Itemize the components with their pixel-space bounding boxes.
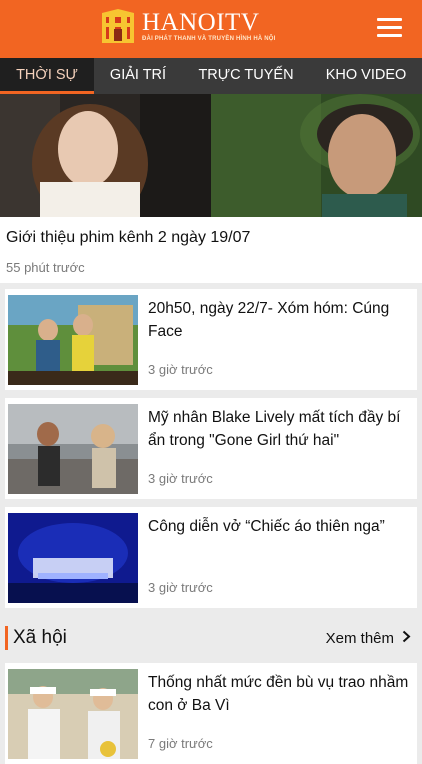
hero-image[interactable] xyxy=(0,94,422,217)
chevron-right-icon[interactable] xyxy=(402,630,411,647)
tab-giai-tri[interactable]: GIẢI TRÍ xyxy=(94,58,182,94)
article-title[interactable]: Công diễn vở “Chiếc áo thiên nga” xyxy=(148,515,410,538)
brand-title: HANOITV xyxy=(142,9,260,36)
section-accent-bar xyxy=(5,626,8,650)
hero-title[interactable]: Giới thiệu phim kênh 2 ngày 19/07 xyxy=(6,229,250,247)
article-title[interactable]: Thống nhất mức đền bù vụ trao nhầm con ở… xyxy=(148,671,410,717)
list-item[interactable]: Mỹ nhân Blake Lively mất tích đầy bí ẩn … xyxy=(5,398,417,499)
tab-thoi-su[interactable]: THỜI SỰ xyxy=(0,58,94,94)
brand-subtitle: ĐÀI PHÁT THANH VÀ TRUYỀN HÌNH HÀ NỘI xyxy=(142,36,276,42)
hamburger-icon[interactable] xyxy=(377,18,403,40)
see-more-label[interactable]: Xem thêm xyxy=(326,630,394,647)
tab-truc-tuyen[interactable]: TRỰC TUYẾN xyxy=(182,58,310,94)
see-more-link[interactable]: Xem thêm xyxy=(326,630,411,647)
hero-article[interactable]: Giới thiệu phim kênh 2 ngày 19/07 55 phú… xyxy=(0,217,422,283)
article-time: 3 giờ trước xyxy=(148,471,213,486)
article-thumbnail[interactable] xyxy=(8,669,138,759)
article-time: 3 giờ trước xyxy=(148,580,213,595)
category-tabs: THỜI SỰ GIẢI TRÍ TRỰC TUYẾN KHO VIDEO xyxy=(0,58,422,94)
article-thumbnail[interactable] xyxy=(8,404,138,494)
hero-time: 55 phút trước xyxy=(6,260,85,275)
list-item[interactable]: Thống nhất mức đền bù vụ trao nhầm con ở… xyxy=(5,663,417,764)
article-time: 3 giờ trước xyxy=(148,362,213,377)
app-header: HANOITV ĐÀI PHÁT THANH VÀ TRUYỀN HÌNH HÀ… xyxy=(0,0,422,58)
article-thumbnail[interactable] xyxy=(8,513,138,603)
article-thumbnail[interactable] xyxy=(8,295,138,385)
tab-kho-video[interactable]: KHO VIDEO xyxy=(310,58,422,94)
list-item[interactable]: 20h50, ngày 22/7- Xóm hóm: Cúng Face 3 g… xyxy=(5,289,417,390)
hanoi-gate-icon xyxy=(102,9,134,43)
list-item[interactable]: Công diễn vở “Chiếc áo thiên nga” 3 giờ … xyxy=(5,507,417,608)
section-title: Xã hội xyxy=(13,627,67,648)
section-header: Xã hội Xem thêm xyxy=(5,624,417,656)
article-time: 7 giờ trước xyxy=(148,736,213,751)
article-title[interactable]: Mỹ nhân Blake Lively mất tích đầy bí ẩn … xyxy=(148,406,410,452)
article-title[interactable]: 20h50, ngày 22/7- Xóm hóm: Cúng Face xyxy=(148,297,410,343)
